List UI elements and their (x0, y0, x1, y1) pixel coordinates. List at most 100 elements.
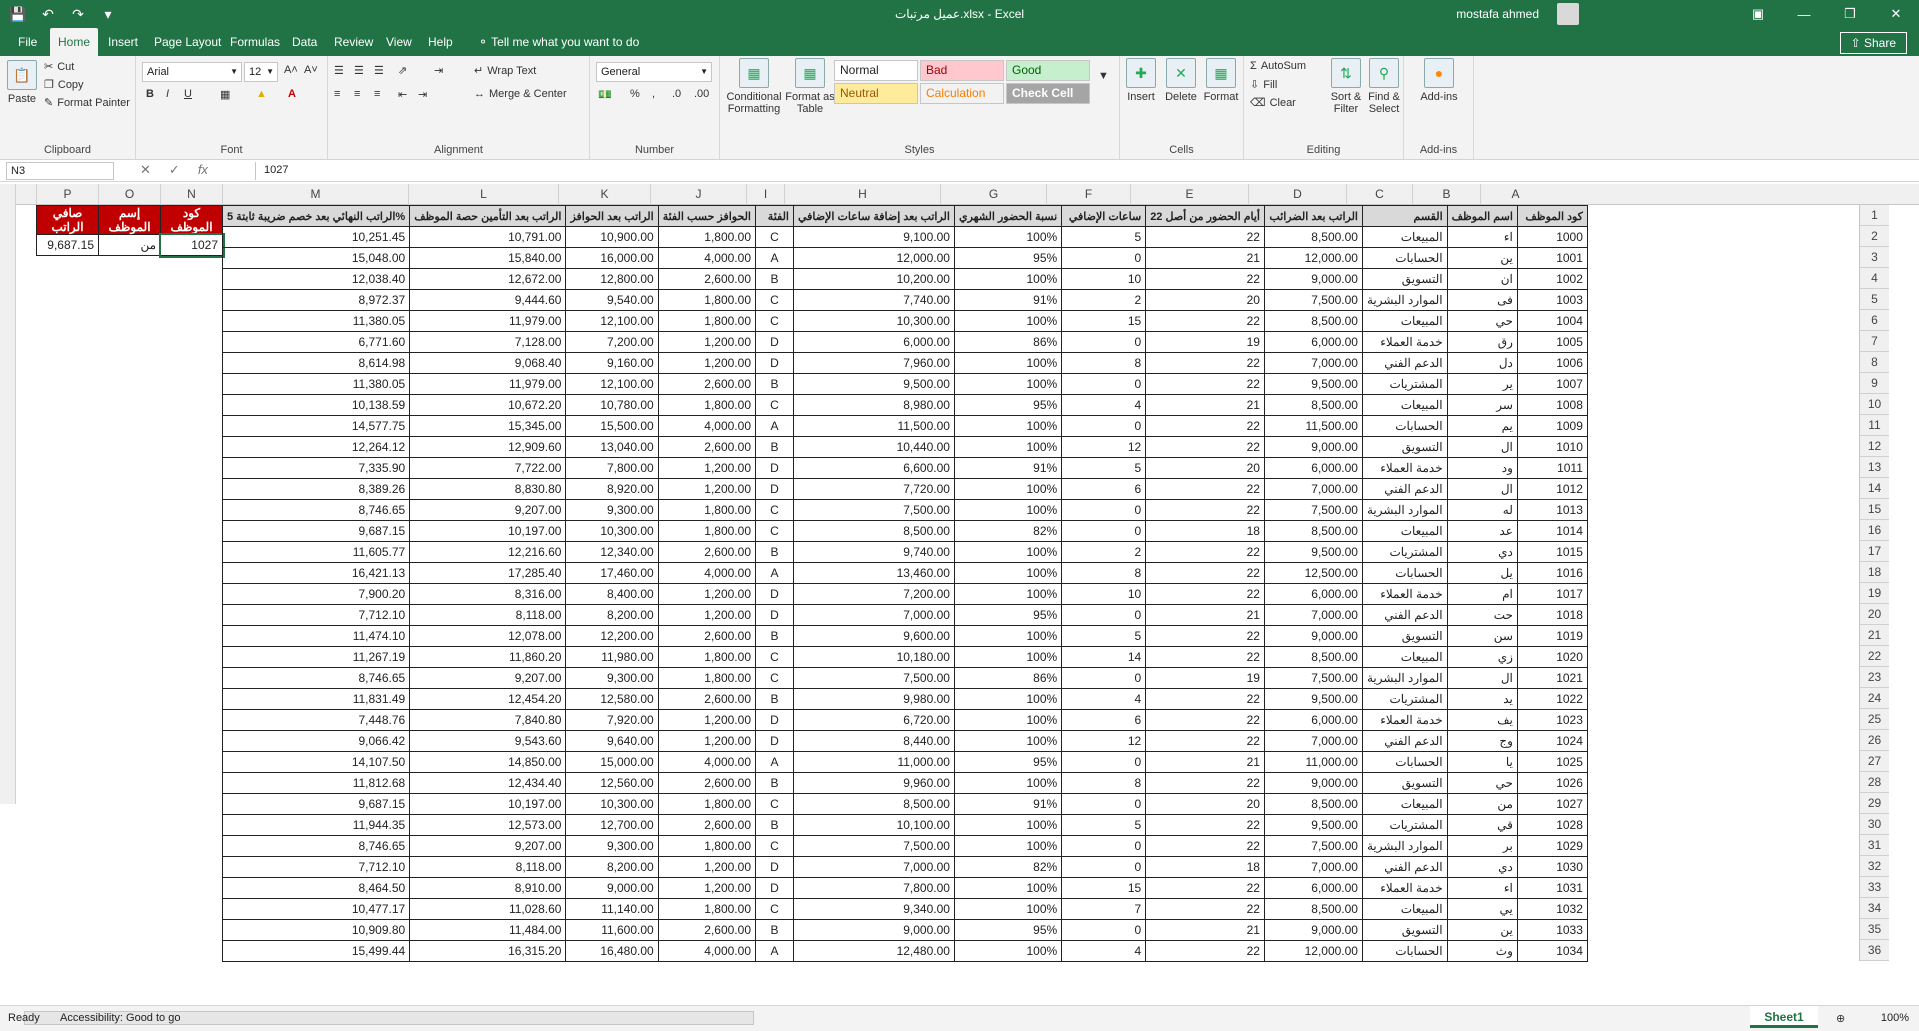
table-cell[interactable]: 8,746.65 (221, 667, 411, 689)
font-size-select[interactable]: 12 ▼ (244, 62, 278, 82)
table-cell[interactable]: الموارد البشرية (1361, 499, 1448, 521)
table-cell[interactable]: 22 (1145, 562, 1265, 584)
column-header-f[interactable]: F (1046, 184, 1130, 205)
row-header[interactable]: 22 (1860, 646, 1889, 667)
table-cell[interactable]: 18 (1145, 520, 1265, 542)
table-cell[interactable]: 9,300.00 (565, 667, 659, 689)
table-cell[interactable]: 5 (1061, 226, 1147, 248)
table-cell[interactable]: ال (1446, 667, 1518, 689)
table-cell[interactable]: له (1446, 499, 1518, 521)
table-cell[interactable]: التسويق (1361, 625, 1448, 647)
column-header-j[interactable]: J (650, 184, 746, 205)
table-cell[interactable]: 10,251.45 (221, 226, 411, 248)
table-cell[interactable]: 1,800.00 (657, 835, 757, 857)
table-cell[interactable]: B (755, 772, 794, 794)
addins-button[interactable]: ● Add-ins (1409, 58, 1469, 103)
table-cell[interactable]: 1030 (1516, 856, 1588, 878)
table-cell[interactable]: 7 (1061, 898, 1147, 920)
table-cell[interactable]: C (755, 835, 794, 857)
table-cell[interactable]: 8,200.00 (565, 604, 659, 626)
rtl-icon[interactable]: ⇥ (434, 64, 443, 77)
header-cell-k[interactable]: الراتب بعد الحوافز (565, 205, 659, 227)
row-header[interactable]: 18 (1860, 562, 1889, 583)
table-cell[interactable]: 100% (953, 310, 1063, 332)
table-cell[interactable]: 100% (953, 625, 1063, 647)
table-cell[interactable]: دل (1446, 352, 1518, 374)
header-cell-b[interactable]: اسم الموظف (1446, 205, 1518, 227)
table-cell[interactable]: سر (1446, 394, 1518, 416)
table-cell[interactable]: 8,316.00 (409, 583, 567, 605)
table-cell[interactable]: 1008 (1516, 394, 1588, 416)
table-cell[interactable]: 100% (953, 835, 1063, 857)
table-cell[interactable]: 22 (1145, 583, 1265, 605)
table-cell[interactable]: اء (1446, 226, 1518, 248)
table-cell[interactable]: 9,600.00 (793, 625, 955, 647)
table-cell[interactable]: دي (1446, 856, 1518, 878)
table-cell[interactable]: C (755, 667, 794, 689)
table-cell[interactable]: D (755, 583, 794, 605)
column-header-m[interactable]: M (222, 184, 408, 205)
table-cell[interactable]: 12,200.00 (565, 625, 659, 647)
table-cell[interactable]: 8,500.00 (1263, 520, 1363, 542)
table-cell[interactable]: 95% (953, 604, 1063, 626)
lookup-header-net[interactable]: صافي الراتب (36, 205, 99, 235)
table-cell[interactable]: 14,850.00 (409, 751, 567, 773)
table-cell[interactable]: حي (1446, 772, 1518, 794)
table-cell[interactable]: 100% (953, 688, 1063, 710)
wrap-text-button[interactable]: ↵ Wrap Text (474, 64, 536, 78)
table-cell[interactable]: 9,300.00 (565, 499, 659, 521)
header-cell-h[interactable]: الراتب بعد إضافة ساعات الإضافي (793, 205, 955, 227)
table-cell[interactable]: 86% (953, 331, 1063, 353)
table-cell[interactable]: زي (1446, 646, 1518, 668)
table-cell[interactable]: 1,800.00 (657, 289, 757, 311)
table-cell[interactable]: D (755, 709, 794, 731)
column-header-n[interactable]: N (160, 184, 222, 205)
table-cell[interactable]: 11,600.00 (565, 919, 659, 941)
table-cell[interactable]: 100% (953, 646, 1063, 668)
row-header[interactable]: 3 (1860, 247, 1889, 268)
table-cell[interactable]: 0 (1061, 919, 1147, 941)
table-cell[interactable]: 22 (1145, 352, 1265, 374)
table-cell[interactable]: 9,500.00 (1263, 814, 1363, 836)
table-cell[interactable]: 0 (1061, 751, 1147, 773)
table-cell[interactable]: 8,400.00 (565, 583, 659, 605)
table-cell[interactable]: 95% (953, 394, 1063, 416)
table-cell[interactable]: 91% (953, 289, 1063, 311)
table-cell[interactable]: 91% (953, 793, 1063, 815)
table-cell[interactable]: 6,600.00 (793, 457, 955, 479)
style-check-cell[interactable]: Check Cell (1006, 83, 1090, 104)
table-cell[interactable]: 11,500.00 (1263, 415, 1363, 437)
tab-data[interactable]: Data (284, 28, 325, 56)
table-cell[interactable]: 12,000.00 (1263, 940, 1363, 962)
row-header[interactable]: 36 (1860, 940, 1889, 961)
table-cell[interactable]: 22 (1145, 688, 1265, 710)
table-cell[interactable]: 7,500.00 (793, 499, 955, 521)
table-cell[interactable]: 10 (1061, 268, 1147, 290)
table-cell[interactable]: 12,216.60 (409, 541, 567, 563)
table-cell[interactable]: المشتريات (1361, 373, 1448, 395)
table-cell[interactable]: 8,972.37 (221, 289, 411, 311)
table-cell[interactable]: A (755, 751, 794, 773)
table-cell[interactable]: ود (1446, 457, 1518, 479)
table-cell[interactable]: يف (1446, 709, 1518, 731)
table-cell[interactable]: 10,197.00 (409, 793, 567, 815)
table-cell[interactable]: 0 (1061, 835, 1147, 857)
table-cell[interactable]: 7,000.00 (1263, 352, 1363, 374)
table-cell[interactable]: 7,000.00 (1263, 478, 1363, 500)
table-cell[interactable]: 12,500.00 (1263, 562, 1363, 584)
table-cell[interactable]: 12,100.00 (565, 310, 659, 332)
table-cell[interactable]: 9,543.60 (409, 730, 567, 752)
table-cell[interactable]: 0 (1061, 520, 1147, 542)
table-cell[interactable]: 5 (1061, 457, 1147, 479)
format-painter-button[interactable]: ✎ Format Painter (44, 96, 130, 110)
table-cell[interactable]: دي (1446, 541, 1518, 563)
cut-button[interactable]: ✂ Cut (44, 60, 74, 74)
table-cell[interactable]: يد (1446, 688, 1518, 710)
tab-insert[interactable]: Insert (100, 28, 146, 56)
table-cell[interactable]: ير (1446, 373, 1518, 395)
table-cell[interactable]: 10,440.00 (793, 436, 955, 458)
table-cell[interactable]: 21 (1145, 919, 1265, 941)
enter-icon[interactable]: ✓ (169, 162, 180, 178)
ribbon-display-icon[interactable]: ▣ (1735, 0, 1781, 28)
table-cell[interactable]: 1,200.00 (657, 583, 757, 605)
